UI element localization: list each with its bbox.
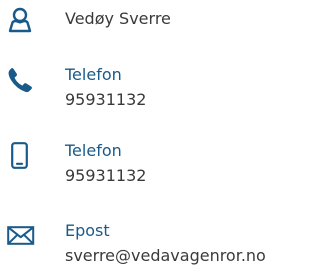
phone-number-link[interactable]: 95931132	[65, 87, 146, 112]
envelope-icon[interactable]	[6, 224, 35, 252]
email-address-link[interactable]: sverre@vedavagenror.no	[65, 243, 266, 268]
person-icon	[6, 6, 34, 34]
mobile-row: Telefon 95931132	[0, 138, 309, 194]
phone-icon[interactable]	[6, 66, 34, 94]
contact-name: Vedøy Sverre	[65, 9, 171, 28]
email-label: Epost	[65, 221, 110, 240]
mobile-phone-icon[interactable]	[6, 141, 34, 169]
email-row: Epost sverre@vedavagenror.no	[0, 218, 309, 274]
mobile-number-link[interactable]: 95931132	[65, 163, 146, 188]
phone-row: Telefon 95931132	[0, 62, 309, 118]
mobile-label: Telefon	[65, 141, 122, 160]
phone-label: Telefon	[65, 65, 122, 84]
contact-name-row: Vedøy Sverre	[0, 2, 309, 58]
